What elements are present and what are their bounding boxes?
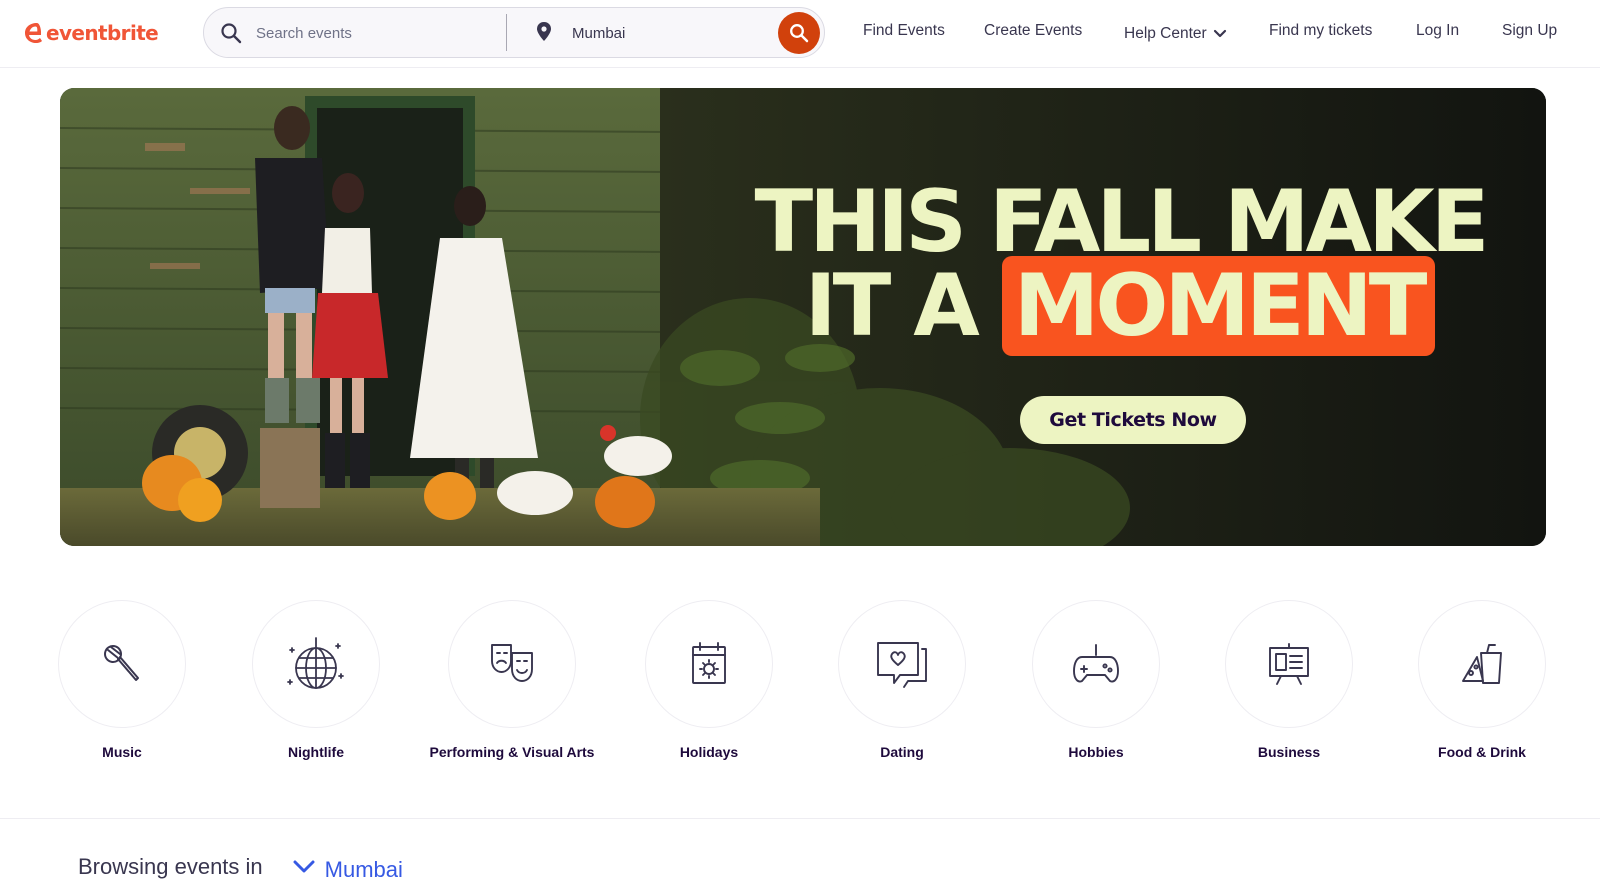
browsing-location-dropdown[interactable]: Mumbai (293, 851, 403, 883)
category-holidays[interactable]: Holidays (619, 600, 799, 761)
category-food-drink[interactable]: Food & Drink (1392, 600, 1572, 761)
category-business-circle (1225, 600, 1353, 728)
search-submit-button[interactable] (778, 12, 820, 54)
calendar-sun-icon (692, 642, 726, 684)
category-holidays-label: Holidays (679, 744, 739, 760)
nav-log-in[interactable]: Log In (1416, 22, 1459, 46)
category-music-label: Music (102, 744, 142, 760)
category-hobbies[interactable]: Hobbies (1006, 600, 1186, 761)
category-food-drink-circle (1418, 600, 1546, 728)
search-icon (220, 22, 242, 44)
nav-find-my-tickets[interactable]: Find my tickets (1269, 22, 1372, 46)
category-food-drink-label: Food & Drink (1438, 744, 1526, 760)
category-hobbies-label: Hobbies (1068, 744, 1124, 760)
theater-masks-icon (491, 644, 533, 682)
category-dating[interactable]: Dating (812, 600, 992, 761)
category-nightlife[interactable]: Nightlife (226, 600, 406, 761)
category-nightlife-label: Nightlife (288, 744, 344, 760)
get-tickets-now-button[interactable]: Get Tickets Now (1020, 396, 1246, 444)
microphone-icon (104, 645, 139, 681)
category-performing-arts-circle (448, 600, 576, 728)
category-dating-label: Dating (880, 744, 924, 760)
search-events-input[interactable] (256, 20, 494, 46)
search-divider (506, 14, 507, 51)
browsing-label: Browsing events in (78, 854, 263, 879)
category-performing-visual-arts[interactable]: Performing & Visual Arts (422, 600, 602, 761)
hero-headline: THIS FALL MAKE IT A MOMENT (730, 172, 1510, 356)
presentation-board-icon (1269, 643, 1309, 685)
gamepad-icon (1073, 644, 1119, 683)
hero-banner[interactable]: THIS FALL MAKE IT A MOMENT Get Tickets N… (60, 88, 1546, 546)
category-dating-circle (838, 600, 966, 728)
browsing-location: Browsing events in Mumbai (78, 850, 403, 884)
disco-ball-icon (287, 637, 344, 689)
category-performing-arts-label: Performing & Visual Arts (429, 744, 595, 760)
hero-headline-prefix: IT A (804, 256, 980, 356)
hero-headline-line2: IT A MOMENT (730, 256, 1510, 356)
category-nightlife-circle (252, 600, 380, 728)
category-business[interactable]: Business (1199, 600, 1379, 761)
browsing-city: Mumbai (324, 857, 403, 882)
hero-headline-highlight: MOMENT (1001, 256, 1436, 356)
nav-create-events[interactable]: Create Events (984, 22, 1082, 46)
nav-help-center[interactable]: Help Center (1124, 22, 1227, 46)
logo-text: eventbrite (46, 21, 159, 45)
nav-sign-up[interactable]: Sign Up (1502, 22, 1557, 46)
hero-headline-line1: THIS FALL MAKE (754, 172, 1489, 272)
category-music[interactable]: Music (32, 600, 212, 761)
eventbrite-logo[interactable]: eventbrite (22, 18, 159, 48)
eventbrite-logo-mark-icon (25, 23, 42, 43)
chevron-down-icon (293, 860, 315, 873)
nav-find-events[interactable]: Find Events (863, 22, 945, 46)
category-business-label: Business (1257, 744, 1321, 760)
chevron-down-icon (1213, 29, 1226, 38)
search-bar (203, 7, 825, 58)
nav-help-center-label: Help Center (1124, 25, 1207, 42)
location-input[interactable] (572, 20, 772, 46)
location-pin-icon (534, 21, 554, 43)
category-music-circle (58, 600, 186, 728)
section-divider (0, 818, 1600, 819)
food-drink-icon (1462, 644, 1502, 684)
category-hobbies-circle (1032, 600, 1160, 728)
search-icon (790, 24, 809, 43)
top-header: eventbrite Find Events Create Events Hel… (0, 0, 1600, 68)
category-holidays-circle (645, 600, 773, 728)
chat-heart-icon (877, 642, 927, 688)
category-list: Music Nightlife Performing & Visual Arts… (0, 600, 1600, 790)
